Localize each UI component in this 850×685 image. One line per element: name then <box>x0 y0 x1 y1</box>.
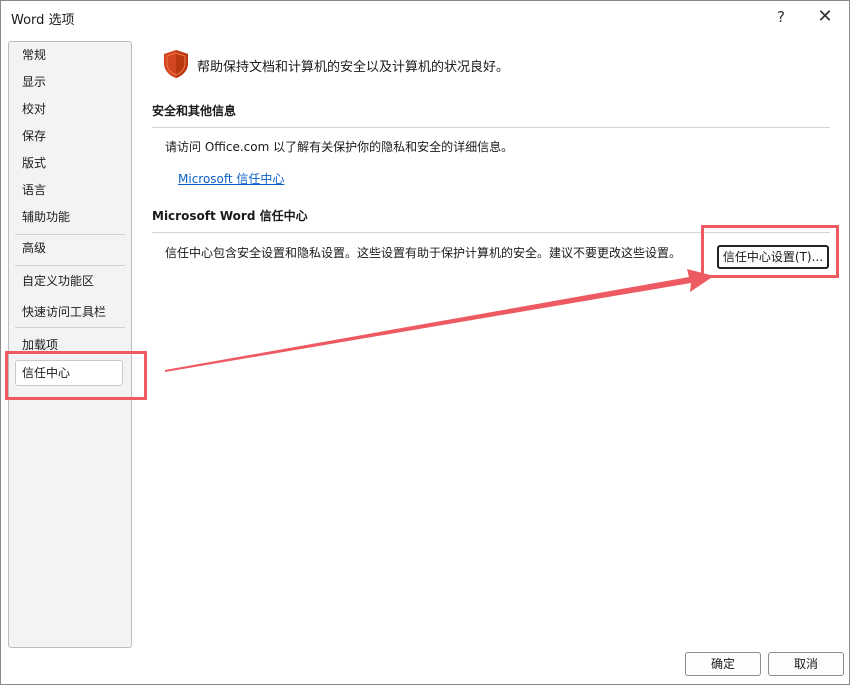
sidebar-item-quick-access-toolbar[interactable]: 快速访问工具栏 <box>15 299 123 325</box>
trust-section-title: Microsoft Word 信任中心 <box>152 209 308 223</box>
sidebar-item-proofing[interactable]: 校对 <box>15 96 123 122</box>
window-title: Word 选项 <box>11 13 75 28</box>
annotation-highlight-settings-button <box>701 225 839 278</box>
sidebar-item-typography[interactable]: 版式 <box>15 150 123 176</box>
sidebar-item-advanced[interactable]: 高级 <box>15 235 123 261</box>
sidebar-divider <box>15 327 125 328</box>
sidebar-item-language[interactable]: 语言 <box>15 177 123 203</box>
sidebar-divider <box>15 265 125 266</box>
sidebar-item-save[interactable]: 保存 <box>15 123 123 149</box>
options-sidebar: 常规 显示 校对 保存 版式 语言 辅助功能 高级 自定义功能区 快速访问工具栏… <box>8 41 132 648</box>
shield-icon <box>164 50 188 78</box>
title-bar: Word 选项 ? ✕ <box>1 1 849 33</box>
trust-center-link[interactable]: Microsoft 信任中心 <box>178 170 284 187</box>
sidebar-item-general[interactable]: 常规 <box>15 42 123 68</box>
close-button[interactable]: ✕ <box>811 5 839 29</box>
security-description: 请访问 Office.com 以了解有关保护你的隐私和安全的详细信息。 <box>165 140 514 154</box>
ok-button[interactable]: 确定 <box>685 652 761 676</box>
sidebar-item-customize-ribbon[interactable]: 自定义功能区 <box>15 268 123 294</box>
help-button[interactable]: ? <box>767 5 795 29</box>
word-options-dialog: Word 选项 ? ✕ 常规 显示 校对 保存 版式 语言 辅助功能 高级 自定… <box>0 0 850 685</box>
cancel-button[interactable]: 取消 <box>768 652 844 676</box>
trust-center-panel: 帮助保持文档和计算机的安全以及计算机的状况良好。 安全和其他信息 请访问 Off… <box>151 41 841 641</box>
trust-description: 信任中心包含安全设置和隐私设置。这些设置有助于保护计算机的安全。建议不要更改这些… <box>165 246 682 260</box>
annotation-highlight-trust-center-item <box>5 351 147 400</box>
banner-text: 帮助保持文档和计算机的安全以及计算机的状况良好。 <box>197 60 510 75</box>
sidebar-item-accessibility[interactable]: 辅助功能 <box>15 204 123 230</box>
banner: 帮助保持文档和计算机的安全以及计算机的状况良好。 <box>163 49 763 79</box>
section-divider <box>152 127 830 128</box>
sidebar-item-display[interactable]: 显示 <box>15 69 123 95</box>
security-section-title: 安全和其他信息 <box>152 104 237 118</box>
